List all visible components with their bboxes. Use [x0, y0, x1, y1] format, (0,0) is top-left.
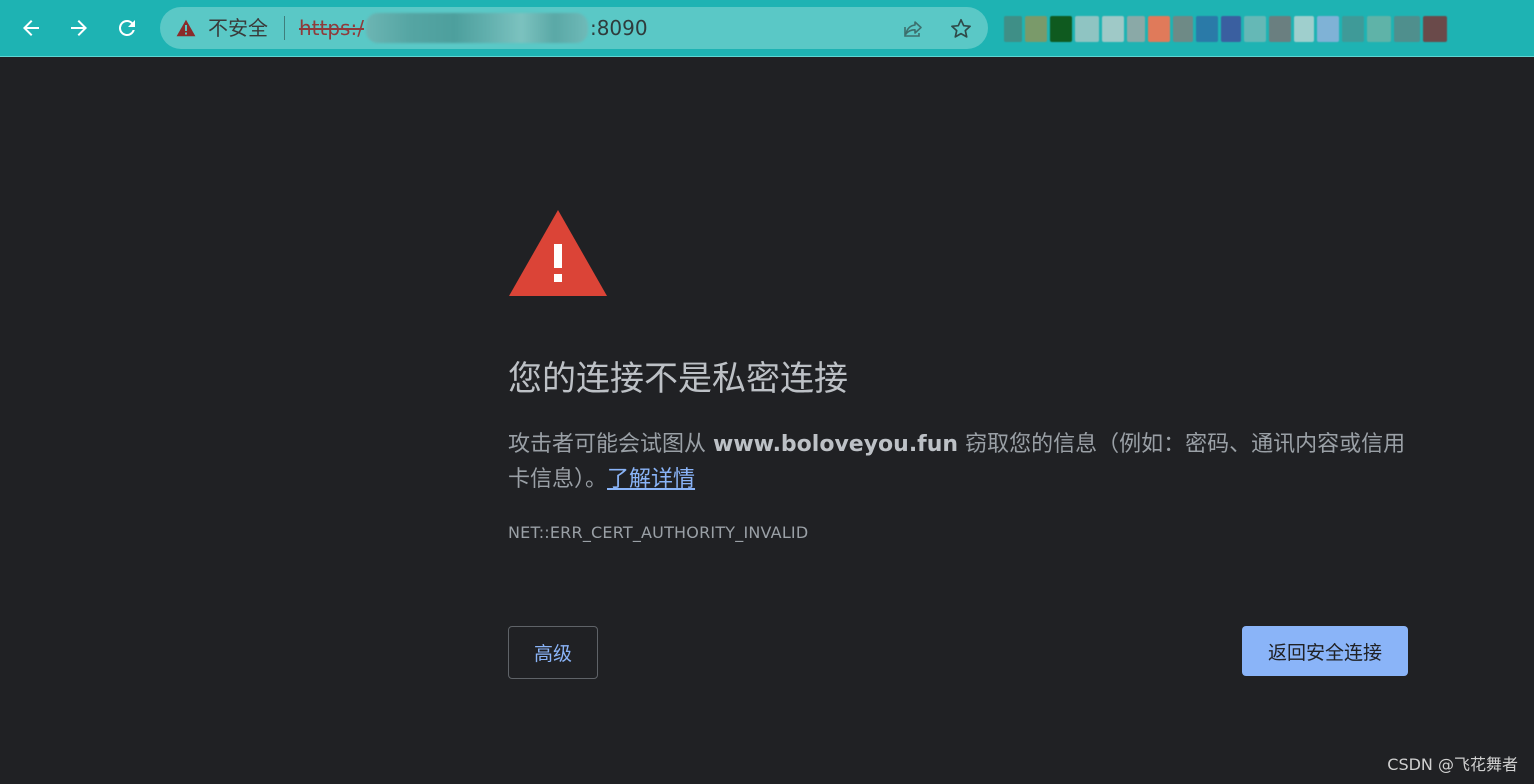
- url-host-redacted: [365, 13, 588, 43]
- warning-triangle-icon: [176, 19, 196, 37]
- extension-icon[interactable]: [1317, 16, 1339, 42]
- url-port: :8090: [589, 16, 648, 40]
- extension-icon[interactable]: [1294, 16, 1314, 42]
- extension-icon[interactable]: [1269, 16, 1291, 42]
- security-chip-label: 不安全: [208, 16, 268, 40]
- share-button[interactable]: [901, 17, 925, 41]
- extension-icon[interactable]: [1342, 16, 1364, 42]
- address-bar[interactable]: 不安全 https:/ :8090: [160, 7, 988, 49]
- extension-icon[interactable]: [1075, 16, 1099, 42]
- back-arrow-icon: [23, 20, 39, 36]
- watermark: CSDN @飞花舞者: [1387, 755, 1518, 774]
- reload-button[interactable]: [108, 9, 146, 47]
- chip-divider: [284, 16, 285, 40]
- star-icon: [951, 18, 971, 38]
- forward-arrow-icon: [71, 20, 87, 36]
- extension-icon[interactable]: [1221, 16, 1241, 42]
- learn-more-link[interactable]: 了解详情: [607, 467, 695, 492]
- red-warning-triangle-icon: [508, 209, 608, 297]
- extension-icon[interactable]: [1423, 16, 1447, 42]
- url-text[interactable]: https:/ :8090: [299, 13, 648, 43]
- reload-icon: [118, 19, 135, 36]
- browser-toolbar: 不安全 https:/ :8090: [0, 0, 1534, 57]
- forward-button[interactable]: [60, 9, 98, 47]
- extension-icon[interactable]: [1004, 16, 1022, 42]
- extension-icon[interactable]: [1394, 16, 1420, 42]
- back-to-safety-button[interactable]: 返回安全连接: [1242, 626, 1408, 676]
- share-icon: [904, 21, 922, 37]
- advanced-button[interactable]: 高级: [508, 626, 598, 679]
- extension-icon[interactable]: [1025, 16, 1047, 42]
- extension-icon[interactable]: [1102, 16, 1124, 42]
- page-title: 您的连接不是私密连接: [508, 359, 848, 399]
- extension-icon[interactable]: [1244, 16, 1266, 42]
- back-button[interactable]: [12, 9, 50, 47]
- extension-icon[interactable]: [1127, 16, 1145, 42]
- extension-icon[interactable]: [1173, 16, 1193, 42]
- extensions-bar: [1004, 12, 1514, 46]
- extension-icon[interactable]: [1050, 16, 1072, 42]
- extension-icon[interactable]: [1367, 16, 1391, 42]
- url-scheme: https:/: [299, 16, 364, 40]
- target-domain: www.boloveyou.fun: [713, 432, 959, 457]
- extension-icon[interactable]: [1196, 16, 1218, 42]
- error-code: NET::ERR_CERT_AUTHORITY_INVALID: [508, 523, 809, 542]
- explanation-prefix: 攻击者可能会试图从: [508, 432, 713, 457]
- security-chip[interactable]: 不安全: [176, 16, 268, 40]
- bookmark-button[interactable]: [949, 17, 973, 41]
- extension-icon[interactable]: [1148, 16, 1170, 42]
- explanation-paragraph: 攻击者可能会试图从 www.boloveyou.fun 窃取您的信息（例如：密码…: [508, 427, 1412, 497]
